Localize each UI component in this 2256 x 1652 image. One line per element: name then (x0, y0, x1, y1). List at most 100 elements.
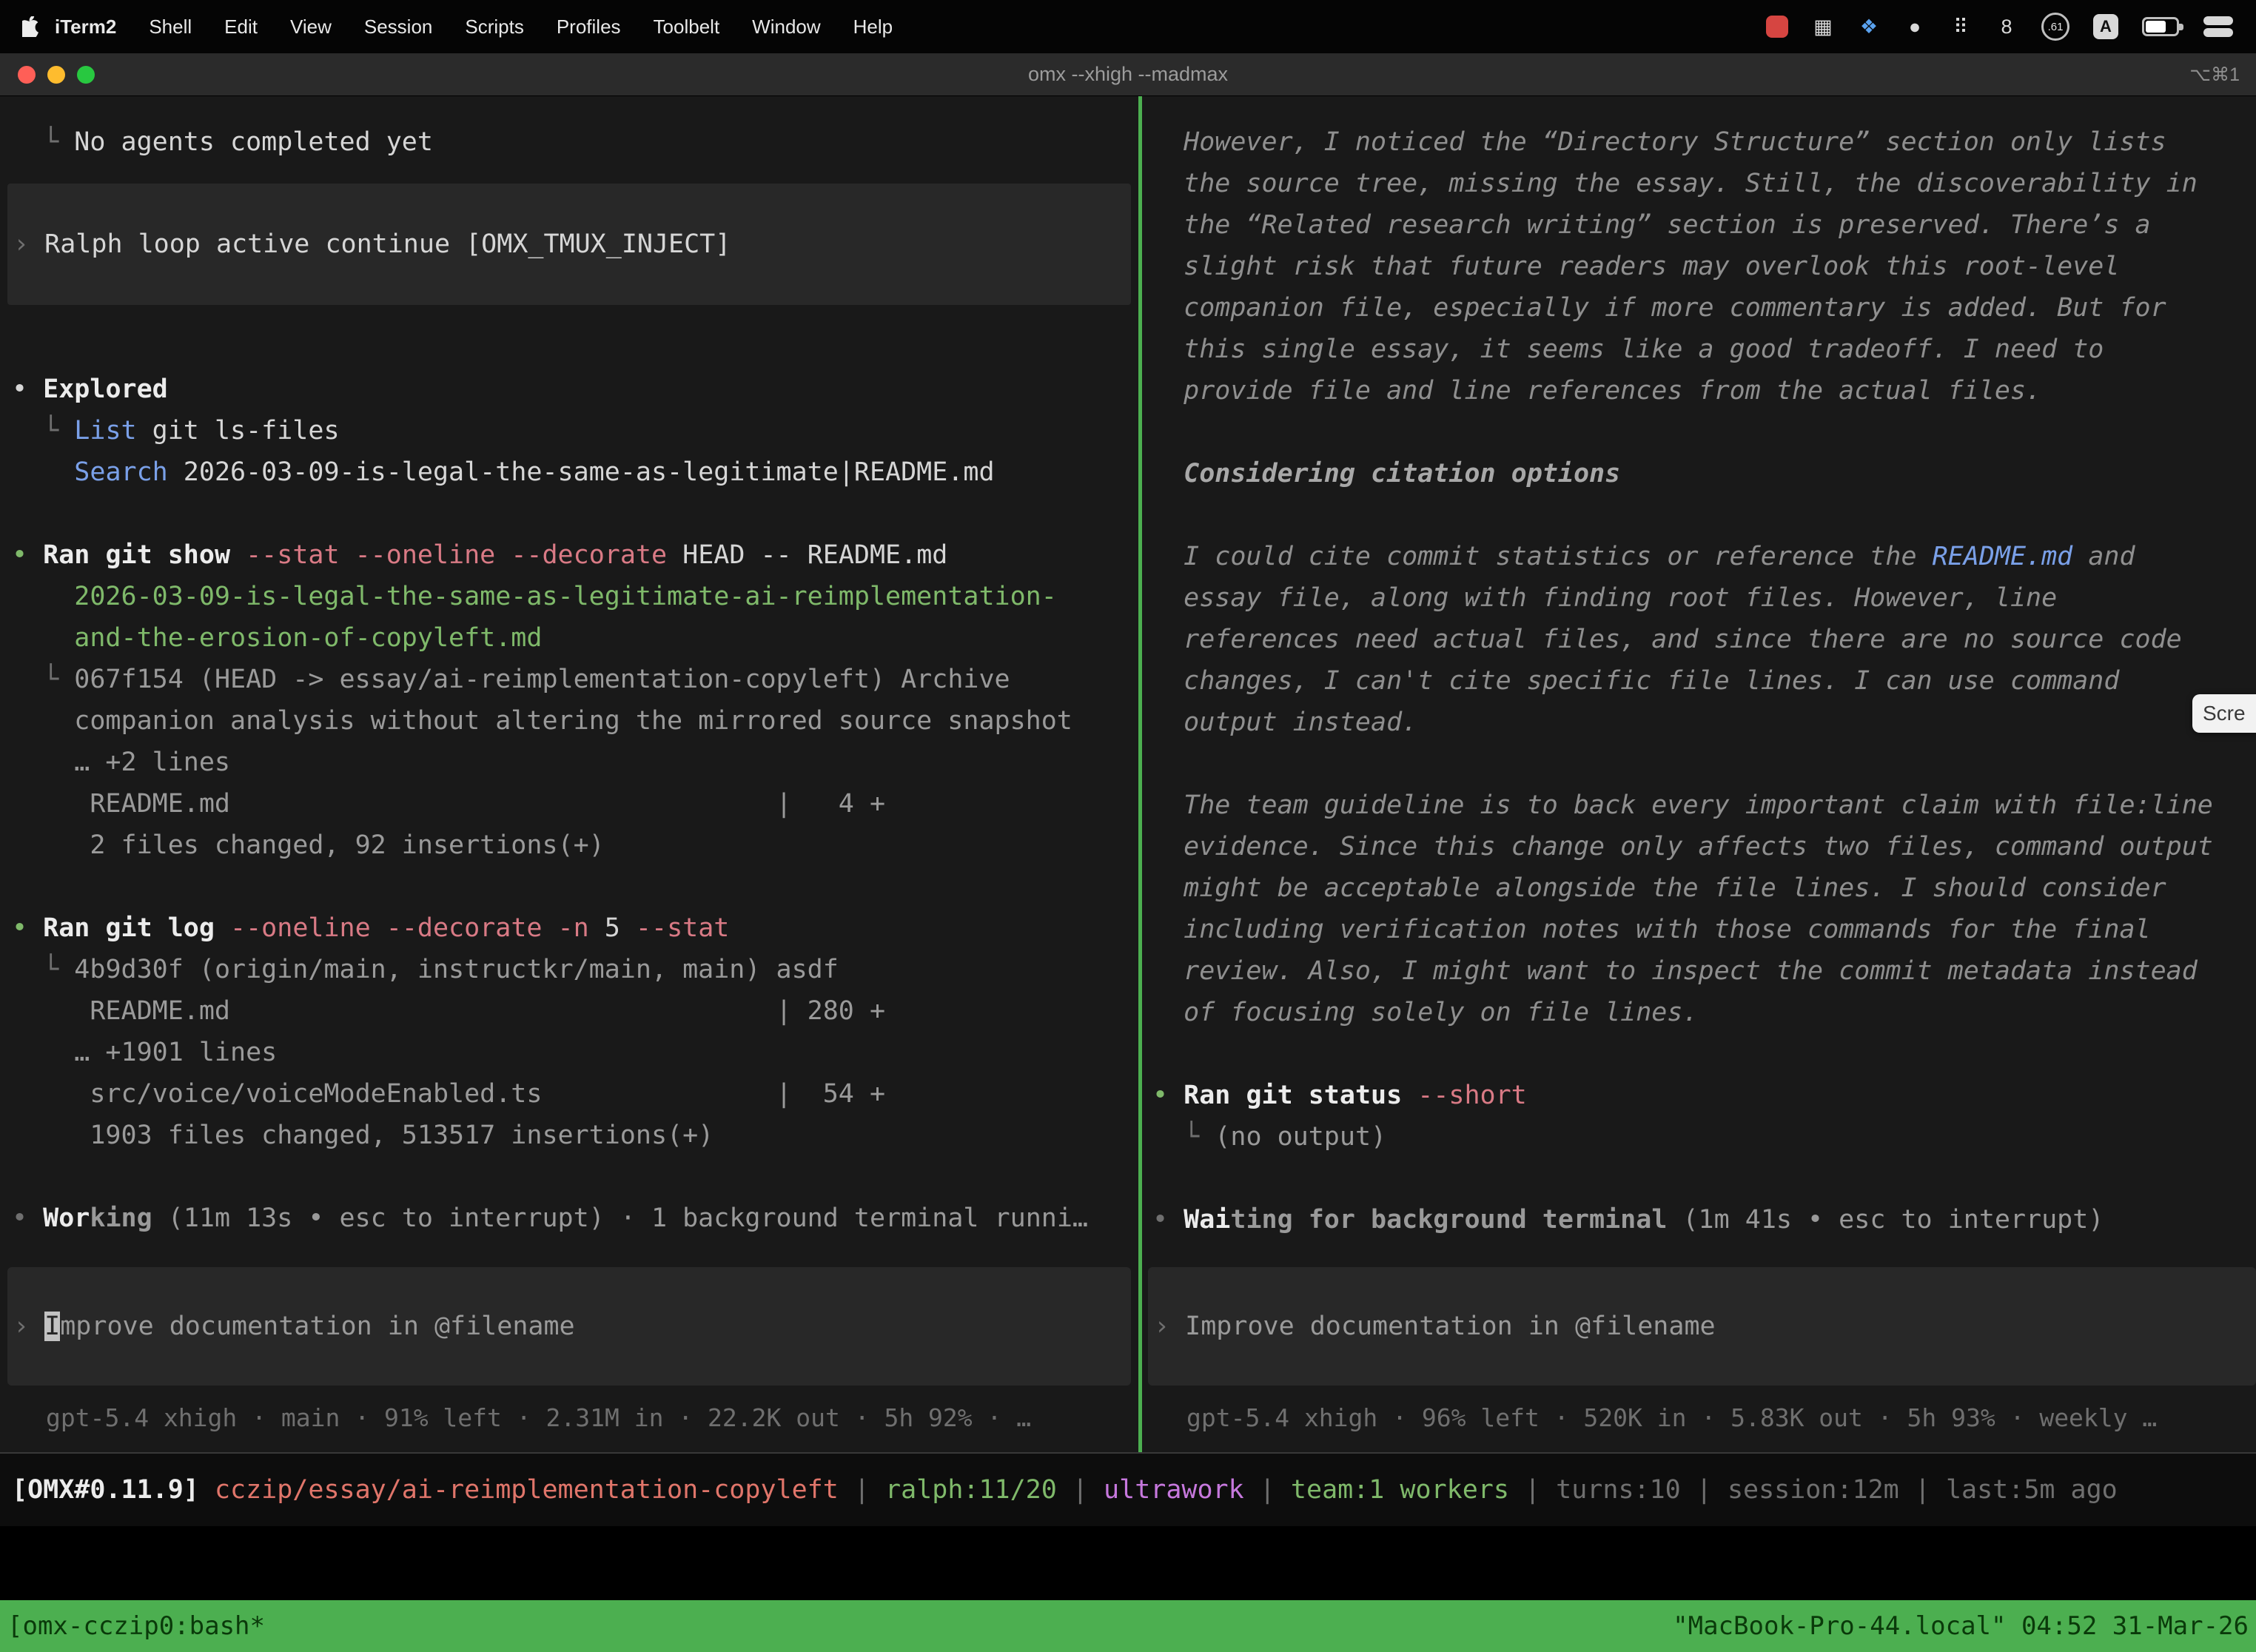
terminal-line: … +1901 lines (12, 1032, 1138, 1073)
text-segment: └ (12, 665, 74, 694)
input-line: › Improve documentation in @filename (13, 1306, 575, 1347)
chat-input-right[interactable]: › Improve documentation in @filename (1148, 1267, 2256, 1386)
text-segment: Ran (43, 540, 105, 570)
terminal-line: • Waiting for background terminal (1m 41… (1152, 1199, 2256, 1240)
terminal-line: might be acceptable alongside the file l… (1152, 867, 2256, 909)
text-segment: king (90, 1203, 152, 1233)
control-center-icon[interactable] (2203, 16, 2234, 38)
window-title-bar[interactable]: omx --xhigh --madmax ⌥⌘1 (0, 53, 2256, 96)
terminal-line: └ (no output) (1152, 1116, 2256, 1158)
text-segment: --stat (636, 913, 729, 943)
text-segment: slight risk that future readers may over… (1152, 252, 2119, 281)
keyboard-layout-icon[interactable]: A (2093, 14, 2118, 39)
menu-item-iterm2[interactable]: iTerm2 (55, 16, 116, 38)
terminal-line: • Working (11m 13s • esc to interrupt) ·… (12, 1198, 1138, 1239)
text-segment: might be acceptable alongside the file l… (1152, 873, 2166, 903)
text-segment: Ralph loop active continue (44, 229, 466, 259)
terminal-pane-right[interactable]: However, I noticed the “Directory Struct… (1142, 96, 2256, 1452)
terminal-line: └ No agents completed yet (12, 121, 1138, 163)
screen-share-overlay-button[interactable]: Scre (2192, 694, 2256, 733)
terminal-line: I could cite commit statistics or refere… (1152, 536, 2256, 577)
prompt-inject-box: › Ralph loop active continue [OMX_TMUX_I… (7, 184, 1131, 305)
apple-icon (22, 16, 40, 37)
terminal-line: src/voice/voiceModeEnabled.ts | 54 + (12, 1073, 1138, 1115)
terminal-pane-left[interactable]: └ No agents completed yet › Ralph loop a… (0, 96, 1138, 1452)
dark-app-icon[interactable]: ● (1904, 13, 1926, 40)
terminal-output-left: • Explored └ List git ls-files Search 20… (12, 369, 1138, 1239)
text-segment: session:12m (1728, 1475, 1899, 1505)
text-segment: Ran (1184, 1081, 1246, 1110)
menu-items: iTerm2 Shell Edit View Session Scripts Profile… (55, 16, 893, 38)
menu-item-help[interactable]: Help (853, 16, 893, 38)
omx-status-line: [OMX#0.11.9] cczip/essay/ai-reimplementa… (12, 1475, 2118, 1505)
blue-app-icon[interactable]: ❖ (1858, 13, 1880, 40)
text-segment: references need actual files, and since … (1152, 625, 2182, 654)
terminal-line: 2 files changed, 92 insertions(+) (12, 825, 1138, 866)
menu-item-shell[interactable]: Shell (149, 16, 192, 38)
menu-item-view[interactable]: View (290, 16, 332, 38)
grid-app-icon[interactable]: ▦ (1812, 13, 1834, 40)
text-segment: git ls-files (137, 416, 340, 446)
text-segment: ralph:11/20 (885, 1475, 1057, 1505)
chat-input-left[interactable]: › Improve documentation in @filename (7, 1267, 1131, 1386)
terminal-line: including verification notes with those … (1152, 909, 2256, 950)
text-segment: • (1152, 1205, 1184, 1235)
terminal-line: Considering citation options (1152, 453, 2256, 494)
text-segment: team:1 workers (1291, 1475, 1509, 1505)
macos-menu-bar: iTerm2 Shell Edit View Session Scripts Profile… (0, 0, 2256, 53)
battery-percent-ring[interactable]: .61 (2041, 13, 2069, 41)
text-segment: Wor (43, 1203, 90, 1233)
text-segment: and (2072, 542, 2135, 571)
terminal-line: companion file, especially if more comme… (1152, 287, 2256, 329)
dots-grid-icon[interactable]: ⠿ (1950, 13, 1972, 40)
text-segment: List (74, 416, 136, 446)
menu-item-window[interactable]: Window (752, 16, 820, 38)
text-segment: of focusing solely on file lines. (1152, 998, 1699, 1027)
terminal-line: └ 4b9d30f (origin/main, instructkr/main,… (12, 949, 1138, 990)
text-segment: mprove documentation in @filename (60, 1312, 574, 1341)
terminal-line: this single essay, it seems like a good … (1152, 329, 2256, 370)
text-segment: (1m 41s • esc to interrupt) (1667, 1205, 2104, 1235)
text-segment: output instead. (1152, 708, 1417, 737)
terminal-output-right: However, I noticed the “Directory Struct… (1152, 121, 2256, 1240)
menu-item-toolbelt[interactable]: Toolbelt (654, 16, 720, 38)
terminal-line (1152, 743, 2256, 785)
screen-recording-indicator[interactable] (1766, 16, 1788, 38)
text-segment: last:5m ago (1946, 1475, 2118, 1505)
terminal-line: essay file, along with finding root file… (1152, 577, 2256, 619)
text-segment: I could cite commit statistics or refere… (1152, 542, 1933, 571)
terminal-line: › Ralph loop active continue [OMX_TMUX_I… (13, 224, 731, 265)
text-segment: 2 files changed, 92 insertions(+) (12, 830, 605, 860)
text-segment: No agents completed yet (74, 127, 433, 157)
text-segment: › (1154, 1312, 1185, 1341)
text-segment: ting for background terminal (1230, 1205, 1667, 1235)
text-segment: README.md | 4 + (12, 789, 885, 819)
terminal-line (1152, 1033, 2256, 1075)
menu-item-scripts[interactable]: Scripts (465, 16, 523, 38)
text-segment: Ran (43, 913, 105, 943)
text-segment: … +2 lines (12, 748, 230, 777)
terminal-line: 2026-03-09-is-legal-the-same-as-legitima… (12, 576, 1138, 617)
text-segment: provide file and line references from th… (1152, 376, 2041, 406)
text-segment: | (1681, 1475, 1728, 1505)
text-segment: Wai (1184, 1205, 1230, 1235)
screen: iTerm2 Shell Edit View Session Scripts Profile… (0, 0, 2256, 1652)
menu-item-edit[interactable]: Edit (224, 16, 258, 38)
menu-item-session[interactable]: Session (364, 16, 433, 38)
terminal-line: references need actual files, and since … (1152, 619, 2256, 660)
text-segment: • (12, 540, 43, 570)
text-segment: 2026-03-09-is-legal-the-same-as-legitima… (168, 457, 995, 487)
text-segment: ultrawork (1104, 1475, 1244, 1505)
terminal-line: output instead. (1152, 702, 2256, 743)
battery-icon[interactable] (2142, 17, 2179, 36)
text-segment: companion analysis without altering the … (12, 706, 1072, 736)
text-segment: › (13, 1312, 44, 1341)
app-icon-8[interactable]: 8 (1995, 13, 2018, 40)
terminal-line (12, 1156, 1138, 1198)
text-segment: 4b9d30f (origin/main, instructkr/main, m… (74, 955, 839, 984)
text-segment: src/voice/voiceModeEnabled.ts | 54 + (12, 1079, 885, 1109)
text-segment: the “Related research writing” section i… (1152, 210, 2151, 240)
text-segment: -n (558, 913, 605, 943)
apple-menu[interactable] (22, 16, 44, 37)
menu-item-profiles[interactable]: Profiles (557, 16, 621, 38)
